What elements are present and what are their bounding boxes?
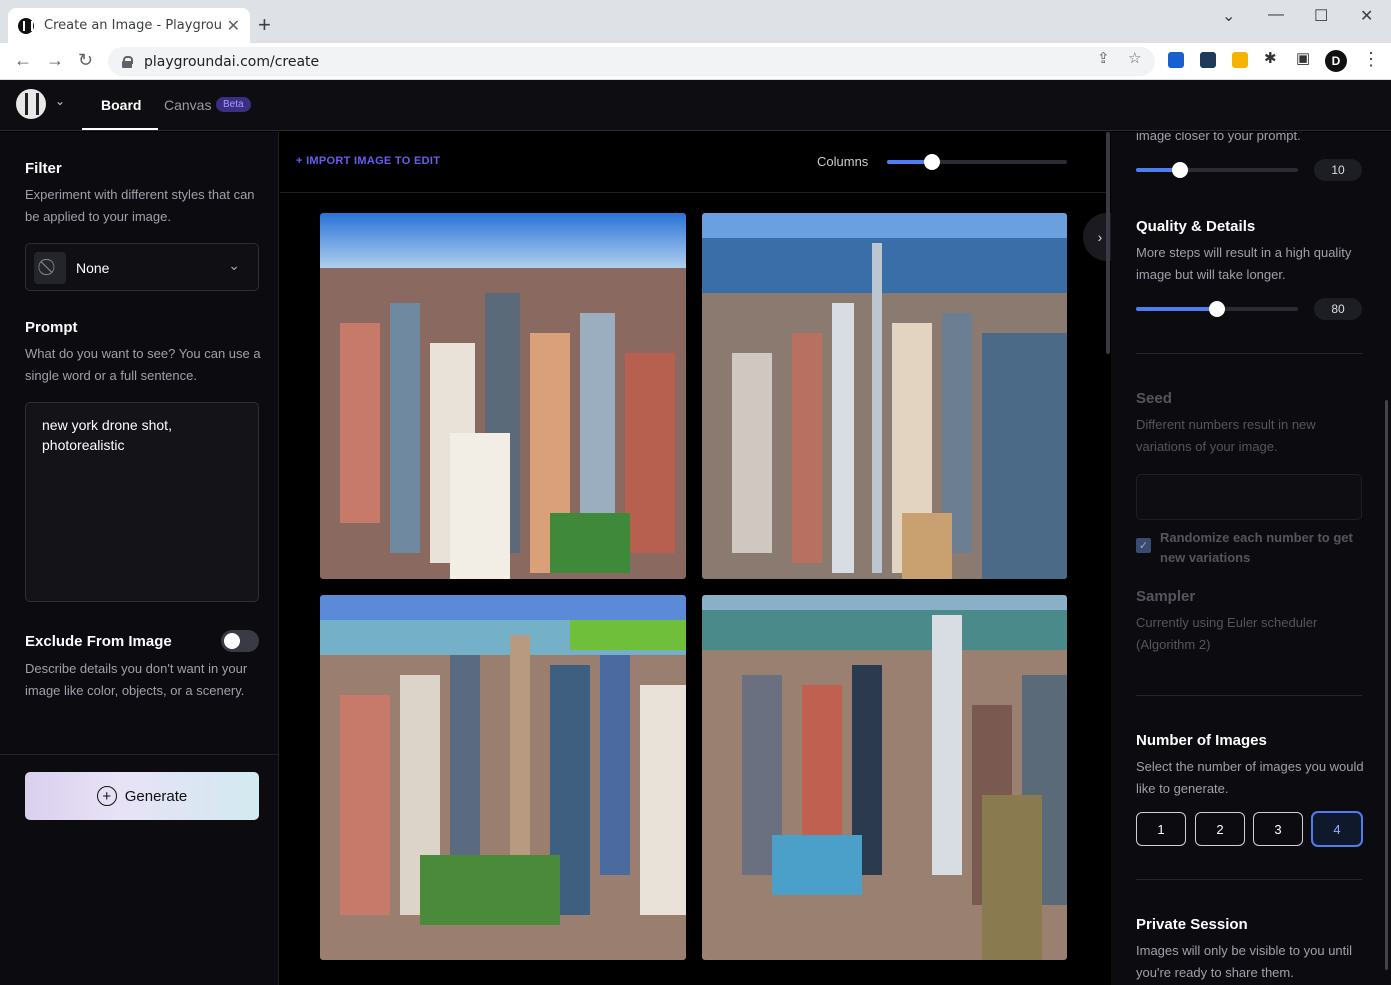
minimize-icon[interactable]: — [1268,6,1284,24]
chevron-right-icon: › [1097,229,1103,245]
divider [1136,353,1362,354]
private-session-description: Images will only be visible to you until… [1136,943,1353,980]
generated-image-3[interactable] [320,595,686,960]
reload-icon[interactable]: ↻ [78,50,93,71]
columns-slider-handle[interactable] [924,154,940,170]
extension-shield-icon[interactable] [1200,52,1216,68]
filter-description: Experiment with different styles that ca… [25,187,255,224]
seed-input[interactable] [1136,474,1362,520]
board-scrollbar[interactable] [1106,132,1110,354]
bookmark-star-icon[interactable]: ☆ [1128,49,1141,67]
sampler-description: Currently using Euler scheduler (Algorit… [1136,615,1318,652]
generated-image-1[interactable] [320,213,686,579]
import-image-link[interactable]: + IMPORT IMAGE TO EDIT [296,155,440,167]
tab-canvas[interactable]: Canvas [164,97,211,113]
tab-board[interactable]: Board [101,97,141,113]
forward-icon[interactable]: → [46,50,64,71]
back-icon[interactable]: ← [14,50,32,71]
board-toolbar: + IMPORT IMAGE TO EDIT Columns [280,132,1110,193]
tab-search-icon[interactable]: ⌄ [1222,6,1235,26]
playground-favicon-icon [18,17,34,34]
plus-circle-icon: + [96,786,117,806]
divider [0,754,279,755]
maximize-icon[interactable]: ☐ [1314,6,1328,26]
quality-description: More steps will result in a high quality… [1136,245,1352,282]
guidance-description-tail: image closer to your prompt. [1136,132,1301,143]
quality-slider-fill [1136,307,1217,311]
browser-menu-icon[interactable]: ⋮ [1362,49,1380,70]
close-icon[interactable]: ✕ [1360,6,1373,26]
extensions-puzzle-icon[interactable]: ✱ [1264,49,1277,67]
filter-value: None [76,260,110,276]
address-bar[interactable]: playgroundai.com/create [108,47,1155,76]
prompt-input[interactable]: new york drone shot, photorealistic [25,402,259,602]
chevron-down-icon[interactable]: ⌄ [55,94,65,108]
seed-description: Different numbers result in new variatio… [1136,417,1316,454]
randomize-label: Randomize each number to get new variati… [1160,530,1353,565]
new-tab-button[interactable]: + [258,12,271,38]
exclude-description: Describe details you don't want in your … [25,661,248,698]
divider [1136,695,1362,696]
generated-image-2[interactable] [702,213,1067,579]
playground-logo-icon[interactable] [16,89,46,119]
quality-slider-handle[interactable] [1209,301,1225,317]
guidance-slider[interactable] [1136,162,1298,178]
chevron-down-icon: ⌄ [228,257,240,273]
generated-image-4[interactable] [702,595,1067,960]
lock-icon [122,55,133,68]
quality-slider[interactable] [1136,301,1298,317]
filter-title: Filter [25,160,62,177]
private-session-title: Private Session [1136,916,1248,933]
exclude-toggle[interactable] [221,630,259,652]
browser-toolbar: ← → ↻ playgroundai.com/create ⇪ ☆ ✱ ▣ D … [0,43,1391,80]
num-images-option-4[interactable]: 4 [1312,812,1362,846]
profile-avatar[interactable]: D [1325,50,1347,72]
browser-tab-title: Create an Image - Playground AI [44,18,221,33]
generate-button[interactable]: + Generate [25,772,259,820]
app-header: ⌄ Board Canvas Beta [0,80,1391,131]
seed-title: Seed [1136,390,1172,407]
quality-value[interactable]: 80 [1314,298,1362,320]
prompt-title: Prompt [25,319,78,336]
right-settings-panel: image closer to your prompt. 10 Quality … [1111,132,1391,985]
side-panel-icon[interactable]: ▣ [1296,49,1310,67]
guidance-slider-handle[interactable] [1171,162,1188,178]
active-tab-indicator [82,128,158,130]
browser-tab[interactable]: Create an Image - Playground AI ✕ [8,8,250,43]
extension-yellow-icon[interactable] [1232,52,1248,68]
share-icon[interactable]: ⇪ [1097,49,1110,67]
guidance-value[interactable]: 10 [1314,159,1362,181]
randomize-checkbox[interactable]: ✓ [1136,538,1151,553]
columns-label: Columns [817,154,869,169]
prompt-description: What do you want to see? You can use a s… [25,346,261,383]
num-images-option-1[interactable]: 1 [1136,812,1186,846]
generate-label: Generate [124,787,188,805]
tab-close-icon[interactable]: ✕ [227,16,240,36]
exclude-title: Exclude From Image [25,633,172,650]
no-filter-icon: ⃠ [34,252,66,284]
extension-v-icon[interactable] [1168,52,1184,68]
number-of-images-description: Select the number of images you would li… [1136,759,1364,796]
quality-title: Quality & Details [1136,218,1256,235]
sampler-title: Sampler [1136,588,1196,605]
checkmark-icon: ✓ [1138,540,1149,552]
page-scrollbar[interactable] [1385,400,1388,970]
url-text: playgroundai.com/create [144,53,320,70]
left-settings-panel: Filter Experiment with different styles … [0,132,279,985]
columns-slider[interactable] [887,154,1067,170]
image-board: + IMPORT IMAGE TO EDIT Columns › [280,132,1117,985]
divider [1136,879,1362,880]
browser-tab-bar: Create an Image - Playground AI ✕ + ⌄ — … [0,0,1391,43]
filter-select[interactable]: ⃠ None ⌄ [25,243,259,291]
num-images-option-3[interactable]: 3 [1253,812,1303,846]
beta-badge: Beta [216,97,251,112]
number-of-images-title: Number of Images [1136,732,1267,749]
num-images-option-2[interactable]: 2 [1195,812,1245,846]
